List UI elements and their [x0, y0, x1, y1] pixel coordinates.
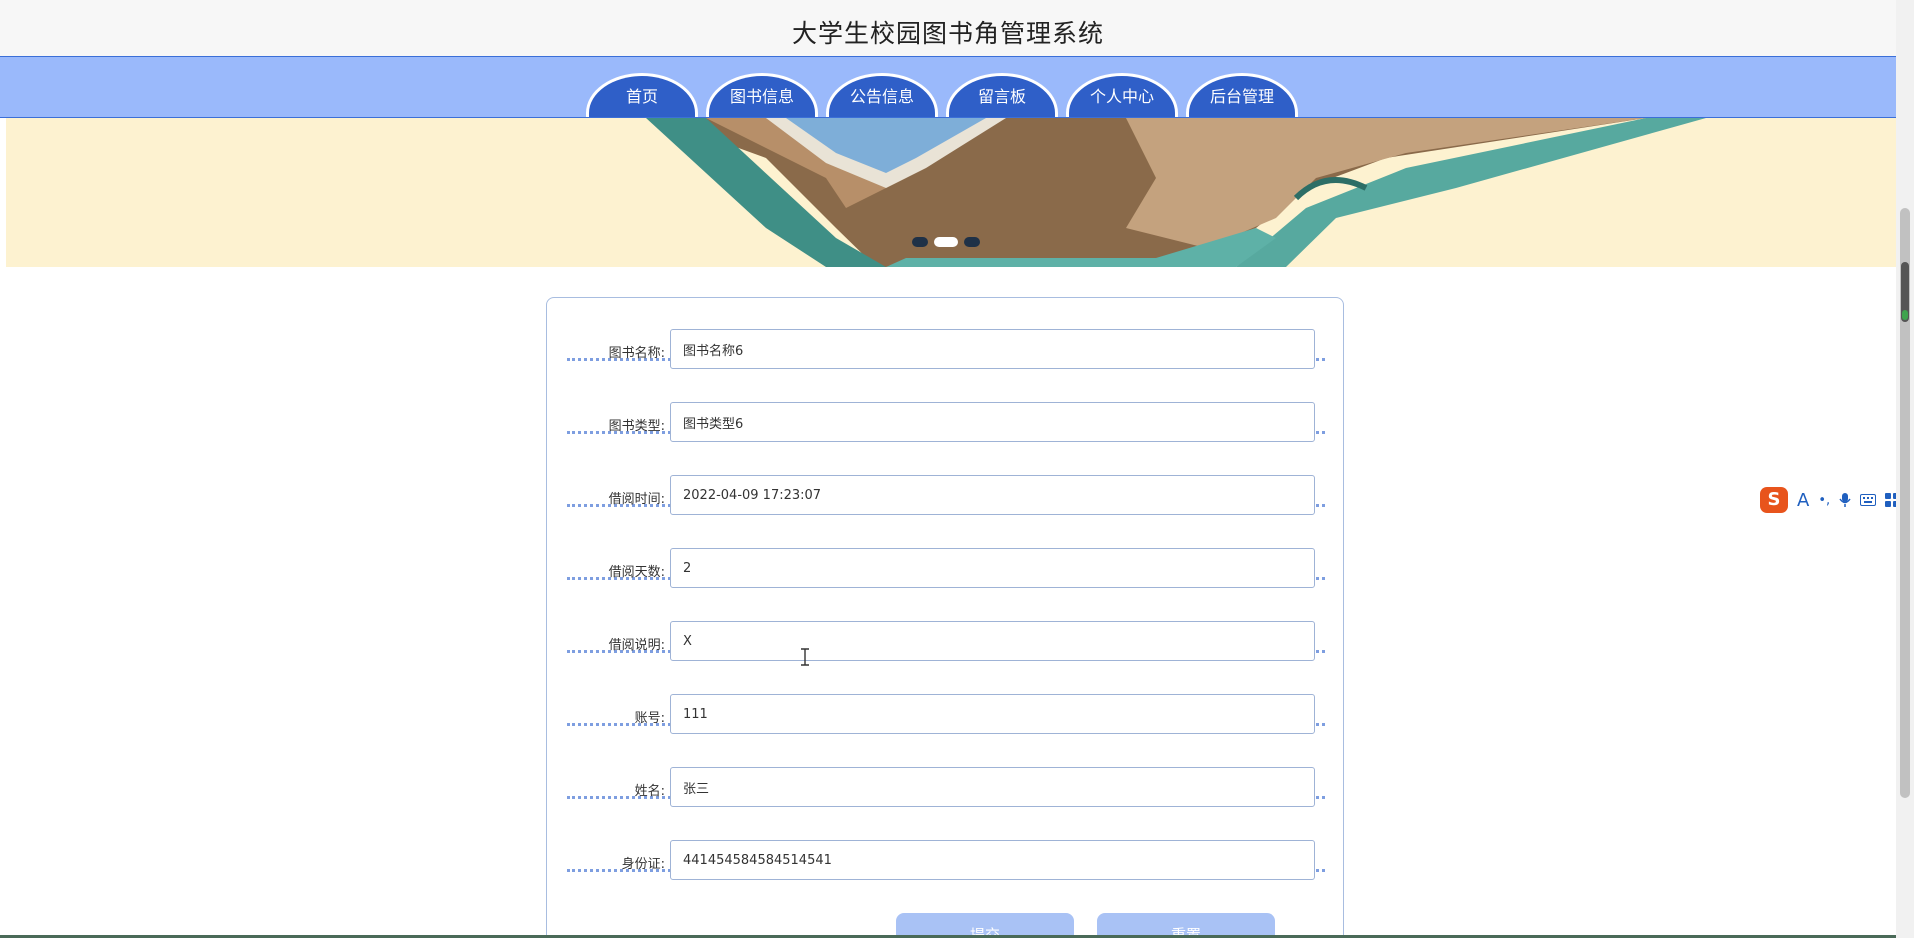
id-card-input[interactable] [670, 840, 1315, 880]
form-row-borrow-days: 借阅天数: [567, 517, 1325, 588]
form-row-name: 姓名: [567, 736, 1325, 807]
page: 大学生校园图书角管理系统 首页 图书信息 公告信息 留言板 个人中心 后台管理 [0, 0, 1914, 938]
nav-tab-admin[interactable]: 后台管理 [1186, 73, 1298, 117]
borrow-time-input[interactable] [670, 475, 1315, 515]
nav-tab-announcements[interactable]: 公告信息 [826, 73, 938, 117]
name-label: 姓名: [634, 784, 665, 799]
borrow-days-input[interactable] [670, 548, 1315, 588]
nav-tabs: 首页 图书信息 公告信息 留言板 个人中心 后台管理 [586, 73, 1298, 117]
form-row-id-card: 身份证: [567, 809, 1325, 880]
nav-tab-message-board[interactable]: 留言板 [946, 73, 1058, 117]
site-header: 大学生校园图书角管理系统 [0, 0, 1896, 57]
scrollbar-marker-green [1902, 310, 1908, 320]
punctuation-icon[interactable]: •, [1818, 493, 1830, 508]
borrow-note-input[interactable] [670, 621, 1315, 661]
form-row-book-name: 图书名称: [567, 298, 1325, 369]
borrow-days-label: 借阅天数: [608, 565, 665, 580]
carousel-dot-3[interactable] [964, 237, 980, 247]
name-input[interactable] [670, 767, 1315, 807]
carousel-dots [912, 237, 980, 247]
keyboard-icon[interactable] [1860, 494, 1877, 506]
form-row-borrow-time: 借阅时间: [567, 444, 1325, 515]
carousel-dot-2[interactable] [934, 237, 958, 247]
form-row-book-type: 图书类型: [567, 371, 1325, 442]
book-name-label: 图书名称: [608, 346, 665, 361]
carousel-dot-1[interactable] [912, 237, 928, 247]
banner-carousel [6, 118, 1896, 267]
book-type-label: 图书类型: [608, 419, 665, 434]
site-title: 大学生校园图书角管理系统 [791, 19, 1104, 48]
account-input[interactable] [670, 694, 1315, 734]
text-cursor-icon [801, 648, 809, 666]
ime-toolbar: S A •, [1760, 486, 1910, 514]
main-nav: 首页 图书信息 公告信息 留言板 个人中心 后台管理 [0, 57, 1896, 118]
book-type-input[interactable] [670, 402, 1315, 442]
vertical-scrollbar[interactable] [1896, 0, 1914, 938]
sogou-logo-icon[interactable]: S [1760, 487, 1788, 513]
borrow-form: 图书名称: 图书类型: 借阅时间: 借阅天数: 借阅说明: 账号: 姓名: [546, 297, 1344, 938]
book-name-input[interactable] [670, 329, 1315, 369]
font-a-icon[interactable]: A [1797, 490, 1809, 511]
borrow-note-label: 借阅说明: [608, 638, 665, 653]
mic-icon[interactable] [1839, 492, 1851, 508]
id-card-label: 身份证: [621, 857, 665, 872]
nav-tab-book-info[interactable]: 图书信息 [706, 73, 818, 117]
nav-tab-home[interactable]: 首页 [586, 73, 698, 117]
nav-tab-personal-center[interactable]: 个人中心 [1066, 73, 1178, 117]
form-row-account: 账号: [567, 663, 1325, 734]
account-label: 账号: [634, 711, 665, 726]
form-row-borrow-note: 借阅说明: [567, 590, 1325, 661]
borrow-time-label: 借阅时间: [608, 492, 665, 507]
